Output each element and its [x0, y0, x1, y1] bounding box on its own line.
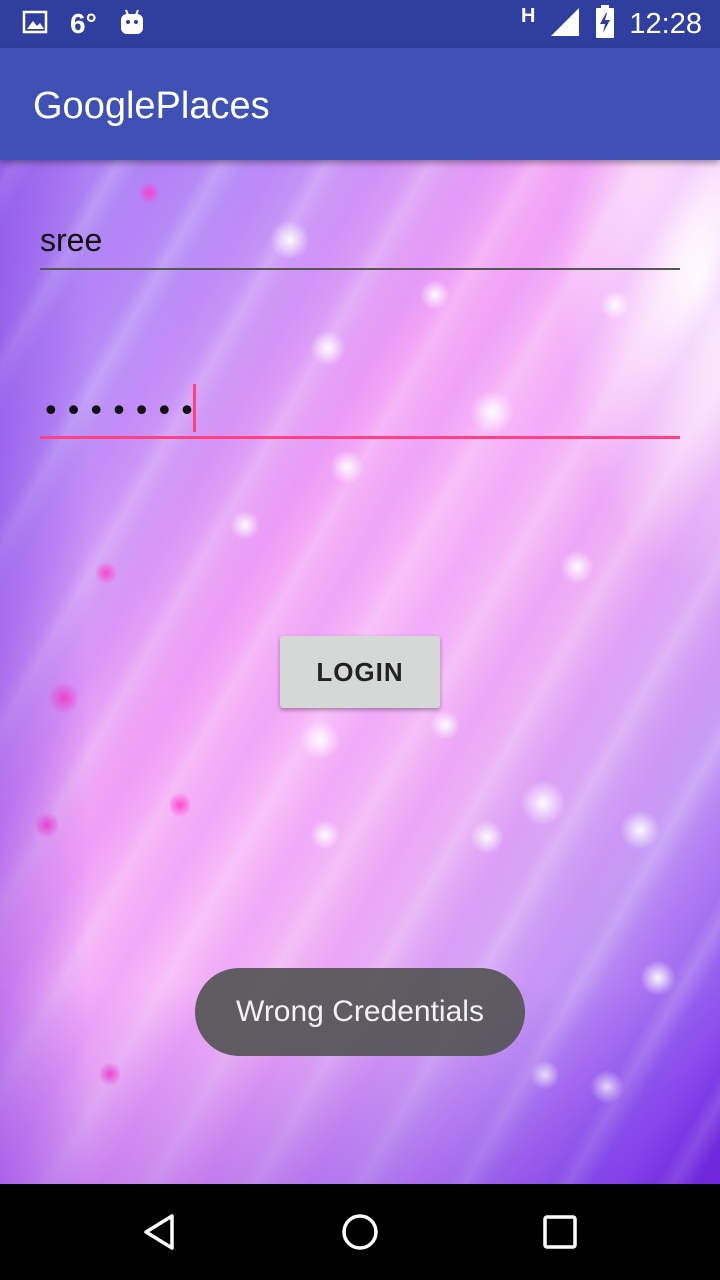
username-value: sree [40, 222, 103, 258]
status-bar-left: 6° [22, 0, 145, 48]
username-field[interactable]: sree [40, 220, 680, 270]
background-sparkle [230, 510, 260, 540]
password-field[interactable]: ••••••• [40, 380, 680, 439]
toast: Wrong Credentials [195, 968, 525, 1056]
recents-icon[interactable] [528, 1200, 592, 1264]
background-sparkle [520, 780, 566, 826]
background-sparkle [50, 680, 78, 716]
navigation-bar [0, 1184, 720, 1280]
background-sparkle [590, 1070, 624, 1104]
background-sparkle [640, 960, 676, 996]
background-sparkle [560, 550, 594, 584]
background-sparkle [620, 810, 660, 850]
login-screen-content: sree ••••••• LOGIN Wrong Credentials [0, 160, 720, 1184]
background-sparkle [330, 450, 364, 484]
background-sparkle [100, 1060, 120, 1088]
background-sparkle [310, 330, 346, 366]
back-icon[interactable] [128, 1200, 192, 1264]
background-sparkle [300, 720, 340, 760]
app-title: GooglePlaces [33, 85, 270, 127]
password-masked-value: ••••••• [42, 394, 201, 429]
text-cursor [193, 384, 196, 432]
background-sparkle [430, 710, 460, 740]
background-sparkle [140, 180, 158, 206]
background-sparkle [530, 1060, 560, 1090]
background-sparkle [420, 280, 450, 310]
app-bar: GooglePlaces [0, 48, 720, 160]
signal-icon [549, 6, 581, 43]
image-notification-icon [22, 10, 48, 39]
background-sparkle [96, 560, 116, 586]
login-button[interactable]: LOGIN [280, 636, 440, 708]
temperature-text: 6° [70, 8, 97, 39]
battery-charging-icon [595, 4, 615, 44]
background-sparkle [470, 820, 504, 854]
android-notification-icon [119, 8, 145, 41]
background-sparkle [600, 290, 630, 320]
screen: 6° H 12:28 GooglePlaces sree ••••••• LOG… [0, 0, 720, 1280]
status-bar-right: H 12:28 [521, 0, 702, 48]
home-icon[interactable] [328, 1200, 392, 1264]
background-sparkle [36, 810, 58, 840]
clock-text: 12:28 [629, 7, 702, 40]
background-sparkle [170, 790, 190, 820]
background-sparkle [310, 820, 340, 850]
status-bar: 6° H 12:28 [0, 0, 720, 48]
network-type-text: H [520, 4, 536, 27]
toast-message: Wrong Credentials [236, 995, 484, 1028]
